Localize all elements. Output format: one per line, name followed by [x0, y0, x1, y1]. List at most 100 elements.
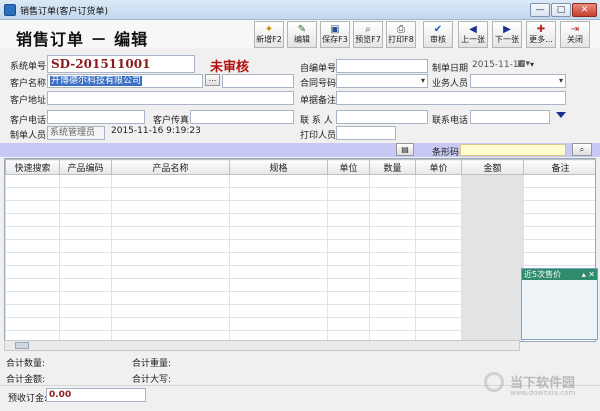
table-cell[interactable] — [229, 252, 328, 266]
customer-input[interactable]: 开博德尔科技有限公司 — [47, 74, 203, 88]
edit-button[interactable]: ✎ 编辑 — [287, 21, 317, 48]
table-row[interactable] — [5, 200, 595, 214]
customer-extra-input[interactable] — [222, 74, 294, 88]
table-cell[interactable] — [59, 278, 112, 292]
table-row[interactable] — [5, 317, 595, 331]
table-cell[interactable] — [461, 226, 524, 240]
table-cell[interactable] — [229, 226, 328, 240]
table-cell[interactable] — [59, 291, 112, 305]
table-cell[interactable] — [461, 174, 524, 188]
col-product-code[interactable]: 产品编码 — [59, 159, 112, 175]
table-cell[interactable] — [461, 278, 524, 292]
next-button[interactable]: ▶ 下一张 — [492, 21, 522, 48]
table-cell[interactable] — [229, 174, 328, 188]
table-cell[interactable] — [415, 174, 462, 188]
table-cell[interactable] — [461, 187, 524, 201]
phone-input[interactable] — [47, 110, 145, 124]
table-cell[interactable] — [5, 174, 60, 188]
table-cell[interactable] — [111, 252, 230, 266]
table-cell[interactable] — [523, 187, 595, 201]
table-cell[interactable] — [415, 304, 462, 318]
table-cell[interactable] — [327, 252, 370, 266]
table-cell[interactable] — [229, 317, 328, 331]
horizontal-scrollbar[interactable] — [4, 340, 520, 351]
table-cell[interactable] — [461, 291, 524, 305]
customer-browse-button[interactable]: ... — [205, 74, 220, 86]
table-cell[interactable] — [415, 226, 462, 240]
table-cell[interactable] — [327, 213, 370, 227]
table-cell[interactable] — [415, 278, 462, 292]
scan-book-icon[interactable]: ▤ — [396, 143, 414, 156]
preview-button[interactable]: ⌕ 预览F7 — [353, 21, 383, 48]
barcode-search-icon[interactable]: ⌕ — [572, 143, 592, 156]
table-cell[interactable] — [369, 265, 416, 279]
recent-prices-panel[interactable]: 近5次售价 ▴ ✕ — [521, 268, 598, 340]
system-no-field[interactable]: SD-201511001 — [47, 55, 195, 73]
table-cell[interactable] — [369, 213, 416, 227]
panel-controls-icon[interactable]: ▴ ✕ — [582, 269, 595, 280]
table-cell[interactable] — [5, 213, 60, 227]
order-items-grid[interactable]: 快速搜索 产品编码 产品名称 规格 单位 数量 单价 金额 备注 — [4, 158, 596, 342]
table-cell[interactable] — [327, 187, 370, 201]
table-row[interactable] — [5, 304, 595, 318]
table-cell[interactable] — [327, 174, 370, 188]
table-cell[interactable] — [59, 226, 112, 240]
table-cell[interactable] — [229, 187, 328, 201]
address-input[interactable] — [47, 91, 294, 105]
minimize-button[interactable]: — — [530, 3, 550, 17]
table-cell[interactable] — [5, 239, 60, 253]
table-cell[interactable] — [327, 317, 370, 331]
close-button[interactable]: ⇥ 关闭 — [560, 21, 590, 48]
table-cell[interactable] — [523, 252, 595, 266]
table-cell[interactable] — [5, 226, 60, 240]
table-cell[interactable] — [111, 265, 230, 279]
table-cell[interactable] — [5, 252, 60, 266]
table-cell[interactable] — [229, 278, 328, 292]
scrollbar-thumb[interactable] — [15, 342, 29, 349]
contract-select[interactable] — [336, 74, 428, 88]
table-cell[interactable] — [5, 317, 60, 331]
table-cell[interactable] — [5, 278, 60, 292]
table-cell[interactable] — [327, 226, 370, 240]
table-row[interactable] — [5, 239, 595, 253]
table-cell[interactable] — [5, 187, 60, 201]
table-cell[interactable] — [59, 265, 112, 279]
table-cell[interactable] — [461, 304, 524, 318]
more-button[interactable]: ✚ 更多... — [526, 21, 556, 48]
table-cell[interactable] — [229, 239, 328, 253]
table-cell[interactable] — [111, 304, 230, 318]
table-cell[interactable] — [327, 239, 370, 253]
table-row[interactable] — [5, 278, 595, 292]
table-cell[interactable] — [369, 187, 416, 201]
table-cell[interactable] — [111, 200, 230, 214]
approve-button[interactable]: ✔ 审核 — [423, 21, 453, 48]
table-cell[interactable] — [59, 317, 112, 331]
table-cell[interactable] — [415, 213, 462, 227]
custom-no-input[interactable] — [336, 59, 428, 73]
table-cell[interactable] — [59, 174, 112, 188]
table-cell[interactable] — [523, 174, 595, 188]
table-cell[interactable] — [415, 291, 462, 305]
table-cell[interactable] — [5, 200, 60, 214]
table-cell[interactable] — [111, 291, 230, 305]
table-cell[interactable] — [59, 252, 112, 266]
col-unit[interactable]: 单位 — [327, 159, 370, 175]
table-cell[interactable] — [369, 317, 416, 331]
table-cell[interactable] — [523, 200, 595, 214]
contact-input[interactable] — [336, 110, 428, 124]
table-cell[interactable] — [369, 200, 416, 214]
table-cell[interactable] — [415, 239, 462, 253]
table-row[interactable] — [5, 252, 595, 266]
prepay-input[interactable]: 0.00 — [46, 388, 146, 402]
table-cell[interactable] — [111, 278, 230, 292]
contact-phone-input[interactable] — [470, 110, 550, 124]
col-quick-search[interactable]: 快速搜索 — [5, 159, 60, 175]
print-button[interactable]: ⎙ 打印F8 — [386, 21, 416, 48]
col-amount[interactable]: 金额 — [461, 159, 524, 175]
table-cell[interactable] — [229, 200, 328, 214]
col-product-name[interactable]: 产品名称 — [111, 159, 230, 175]
table-cell[interactable] — [369, 174, 416, 188]
table-cell[interactable] — [111, 174, 230, 188]
table-cell[interactable] — [461, 265, 524, 279]
table-cell[interactable] — [5, 265, 60, 279]
